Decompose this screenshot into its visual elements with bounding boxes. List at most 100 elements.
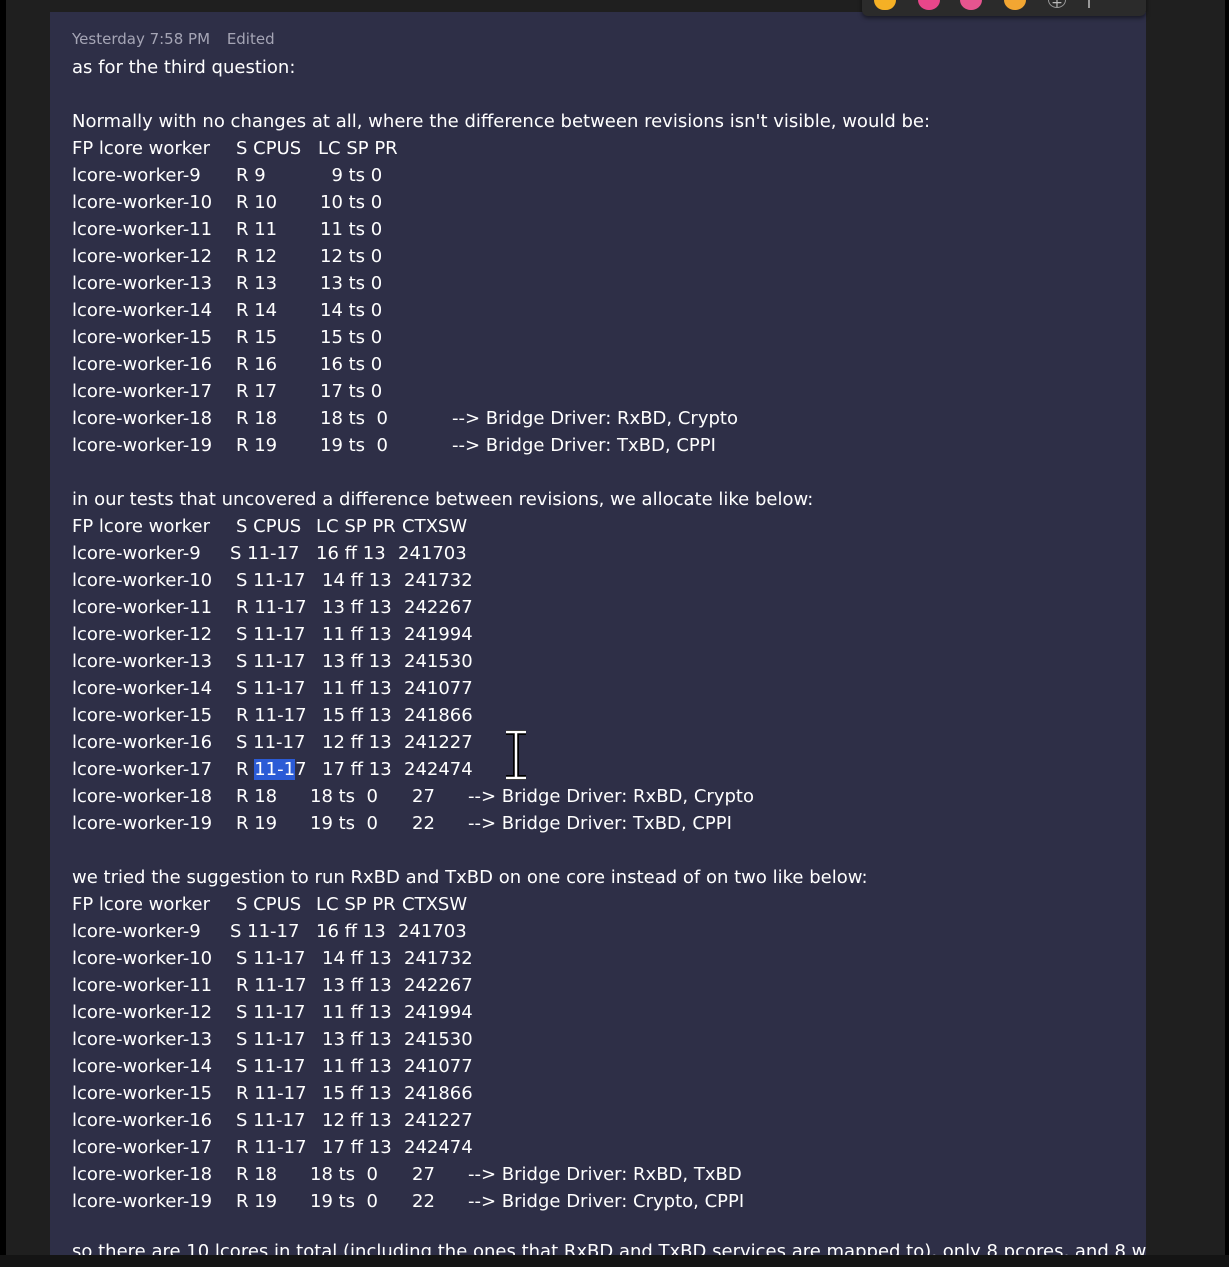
message-body[interactable]: as for the third question: Normally with … xyxy=(72,54,1132,1242)
table-cell: R 11-17 xyxy=(236,975,307,996)
table-cell: 14 ff 13 xyxy=(322,570,392,591)
table-cell: 14 ff 13 xyxy=(322,948,392,969)
table-cell: 242474 xyxy=(404,759,473,780)
table-row: lcore-worker-11 R 11-17 13 ff 13 242267 xyxy=(72,594,1132,621)
table-cell: lcore-worker-12 xyxy=(72,624,213,645)
text-selection[interactable]: 11-1 xyxy=(254,759,296,780)
table-cell: 13 ff 13 xyxy=(322,1029,392,1050)
table-header: FP lcore worker S CPUS LC SP PR CTXSW xyxy=(72,891,1132,918)
table-row: lcore-worker-14 S 11-17 11 ff 13 241077 xyxy=(72,1053,1132,1080)
table-note: --> Bridge Driver: Crypto, CPPI xyxy=(468,1191,745,1212)
table-row: lcore-worker-14 S 11-17 11 ff 13 241077 xyxy=(72,675,1132,702)
table-cell: R 10 xyxy=(236,192,278,213)
table-cell: 15 ff 13 xyxy=(322,1083,392,1104)
table-cell: 241703 xyxy=(398,921,467,942)
right-edge xyxy=(1225,0,1229,1267)
table-cell: 19 ts 0 xyxy=(310,813,378,834)
table-row: lcore-worker-13 R 13 13 ts 0 xyxy=(72,270,1132,297)
table-cell: 11 ff 13 xyxy=(322,1056,392,1077)
table-cell: 27 xyxy=(412,786,435,807)
table-cell: R 17 xyxy=(236,381,278,402)
table-cell: 11 ff 13 xyxy=(322,678,392,699)
table-row: lcore-worker-9 R 9 9 ts 0 xyxy=(72,162,1132,189)
table-note: --> Bridge Driver: TxBD, CPPI xyxy=(452,435,716,456)
table-cell: lcore-worker-9 xyxy=(72,921,201,942)
table-cell: 241994 xyxy=(404,1002,473,1023)
table-row: lcore-worker-10 S 11-17 14 ff 13 241732 xyxy=(72,945,1132,972)
table-cell: lcore-worker-16 xyxy=(72,1110,213,1131)
table-cell: 10 ts 0 xyxy=(320,192,383,213)
table-cell: lcore-worker-14 xyxy=(72,300,213,321)
table-row: lcore-worker-17 R 11-17 17 ff 13 242474 xyxy=(72,756,1132,783)
table-cell: R 18 xyxy=(236,1164,278,1185)
table-cell: 241703 xyxy=(398,543,467,564)
text-cursor-icon xyxy=(506,730,526,780)
table-cell: R 11-17 xyxy=(236,597,307,618)
cell-prefix: R xyxy=(236,759,255,780)
header-cell: S CPUS xyxy=(236,894,302,915)
table-cell: 242267 xyxy=(404,597,473,618)
table-cell: lcore-worker-18 xyxy=(72,786,213,807)
table-cell: 13 ff 13 xyxy=(322,975,392,996)
section-heading: Normally with no changes at all, where t… xyxy=(72,111,931,132)
reaction-toolbar: + ... xyxy=(862,0,1146,16)
table-cell: 241077 xyxy=(404,1056,473,1077)
section-heading: we tried the suggestion to run RxBD and … xyxy=(72,867,868,888)
chat-message[interactable]: Yesterday 7:58 PM Edited as for the thir… xyxy=(50,12,1146,1255)
header-cell: LC SP PR xyxy=(316,894,396,915)
table-cell: R 11 xyxy=(236,219,278,240)
table-cell: R 9 xyxy=(236,165,266,186)
table-cell: R 19 xyxy=(236,435,278,456)
table-cell: lcore-worker-11 xyxy=(72,219,213,240)
table-cell: R 18 xyxy=(236,786,278,807)
table-cell: 17 ff 13 xyxy=(322,759,392,780)
table-cell: lcore-worker-11 xyxy=(72,975,213,996)
table-cell: 241227 xyxy=(404,1110,473,1131)
table-cell: lcore-worker-13 xyxy=(72,651,213,672)
table-cell: S 11-17 xyxy=(236,1029,306,1050)
heart-icon[interactable] xyxy=(918,0,940,10)
table-cell: 15 ff 13 xyxy=(322,705,392,726)
table-cell: S 11-17 xyxy=(230,543,300,564)
table-cell: R 13 xyxy=(236,273,278,294)
selected-cpus-cell[interactable]: R 11-17 xyxy=(236,756,307,783)
header-cell: CTXSW xyxy=(402,894,468,915)
table-row: lcore-worker-10 S 11-17 14 ff 13 241732 xyxy=(72,567,1132,594)
table-cell: 27 xyxy=(412,1164,435,1185)
table-cell: 13 ff 13 xyxy=(322,651,392,672)
edited-label: Edited xyxy=(226,30,275,48)
table-cell: lcore-worker-18 xyxy=(72,1164,213,1185)
more-options-icon[interactable]: ... xyxy=(1106,0,1124,3)
table-header: FP lcore worker S CPUS LC SP PR CTXSW xyxy=(72,513,1132,540)
table-cell: 241732 xyxy=(404,570,473,591)
table-cell: 14 ts 0 xyxy=(320,300,383,321)
table-cell: 15 ts 0 xyxy=(320,327,383,348)
laugh-icon[interactable] xyxy=(960,0,982,10)
table-cell: lcore-worker-17 xyxy=(72,1137,213,1158)
table-cell: R 15 xyxy=(236,327,278,348)
surprised-icon[interactable] xyxy=(1004,0,1026,10)
section-heading: in our tests that uncovered a difference… xyxy=(72,489,814,510)
table-cell: lcore-worker-19 xyxy=(72,435,213,456)
table-cell: R 11-17 xyxy=(236,705,307,726)
table-cell: 242267 xyxy=(404,975,473,996)
header-cell: FP lcore worker xyxy=(72,516,211,537)
table-cell: 16 ts 0 xyxy=(320,354,383,375)
table-cell: R 19 xyxy=(236,813,278,834)
table-header: FP lcore worker S CPUS LC SP PR xyxy=(72,135,1132,162)
table-row: lcore-worker-13 S 11-17 13 ff 13 241530 xyxy=(72,648,1132,675)
table-cell: S 11-17 xyxy=(236,1056,306,1077)
table-cell: 9 ts 0 xyxy=(320,165,383,186)
table-cell: lcore-worker-17 xyxy=(72,381,213,402)
add-reaction-icon[interactable]: + xyxy=(1048,0,1066,11)
table-cell: 18 ts 0 xyxy=(310,1164,378,1185)
table-cell: 241866 xyxy=(404,1083,473,1104)
table-cell: 17 ff 13 xyxy=(322,1137,392,1158)
truncated-text-line: so there are 10 lcores in total (includi… xyxy=(72,1241,1146,1255)
table-cell: 12 ff 13 xyxy=(322,1110,392,1131)
like-icon[interactable] xyxy=(874,0,896,10)
table-cell: R 11-17 xyxy=(236,1137,307,1158)
table-row: lcore-worker-19 R 19 19 ts 0 22 --> Bridge D… xyxy=(72,1188,1132,1215)
table-row: lcore-worker-15 R 11-17 15 ff 13 241866 xyxy=(72,702,1132,729)
